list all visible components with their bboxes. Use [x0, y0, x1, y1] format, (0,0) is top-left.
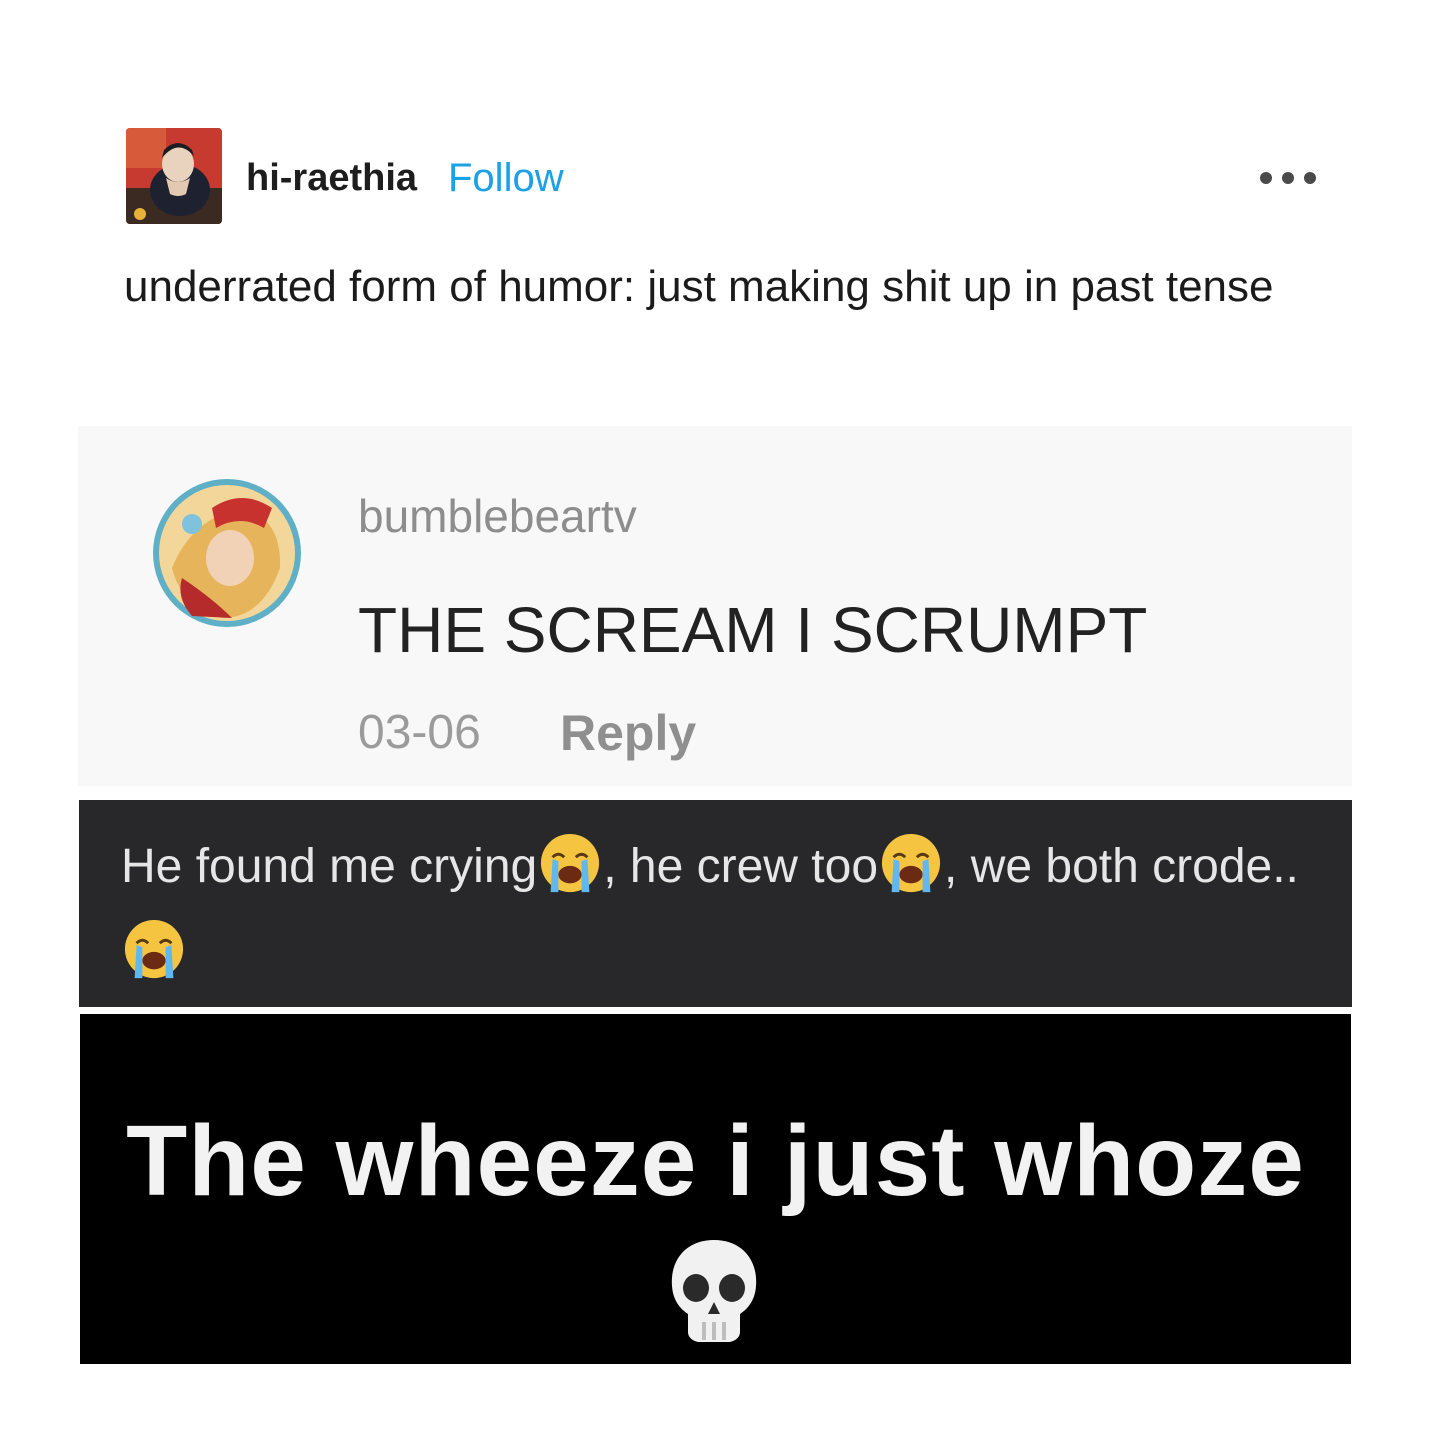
comment-text: THE SCREAM I SCRUMPT [358, 594, 1148, 666]
caption-part: He found me crying [121, 840, 538, 893]
more-horizontal-icon[interactable] [1260, 158, 1316, 198]
dark-caption-image: He found me crying , he crew too , we both… [79, 800, 1352, 1007]
caption-text: He found me crying , he crew too , we both… [121, 824, 1321, 996]
loudly-crying-face-icon [541, 833, 600, 893]
caption-part: , we both crode.. [944, 840, 1299, 893]
avatar[interactable] [126, 128, 222, 224]
comment-username: bumblebeartv [358, 490, 637, 542]
avatar [152, 478, 302, 628]
post-body-text: underrated form of humor: just making sh… [124, 262, 1274, 311]
comment-screenshot-image: bumblebeartv THE SCREAM I SCRUMPT 03-06 … [78, 426, 1352, 786]
caption-part: , he crew too [603, 840, 879, 893]
loudly-crying-face-icon [124, 919, 184, 979]
follow-button[interactable]: Follow [448, 156, 564, 200]
reply-button: Reply [560, 705, 697, 761]
caption-text: The wheeze i just whoze [126, 1105, 1305, 1217]
skull-icon [671, 1240, 757, 1342]
loudly-crying-face-icon [881, 833, 941, 893]
post-header: hi-raethia Follow [126, 128, 1326, 224]
post-author[interactable]: hi-raethia [246, 156, 417, 200]
black-caption-image: The wheeze i just whoze [80, 1014, 1351, 1364]
comment-date: 03-06 [358, 706, 481, 759]
